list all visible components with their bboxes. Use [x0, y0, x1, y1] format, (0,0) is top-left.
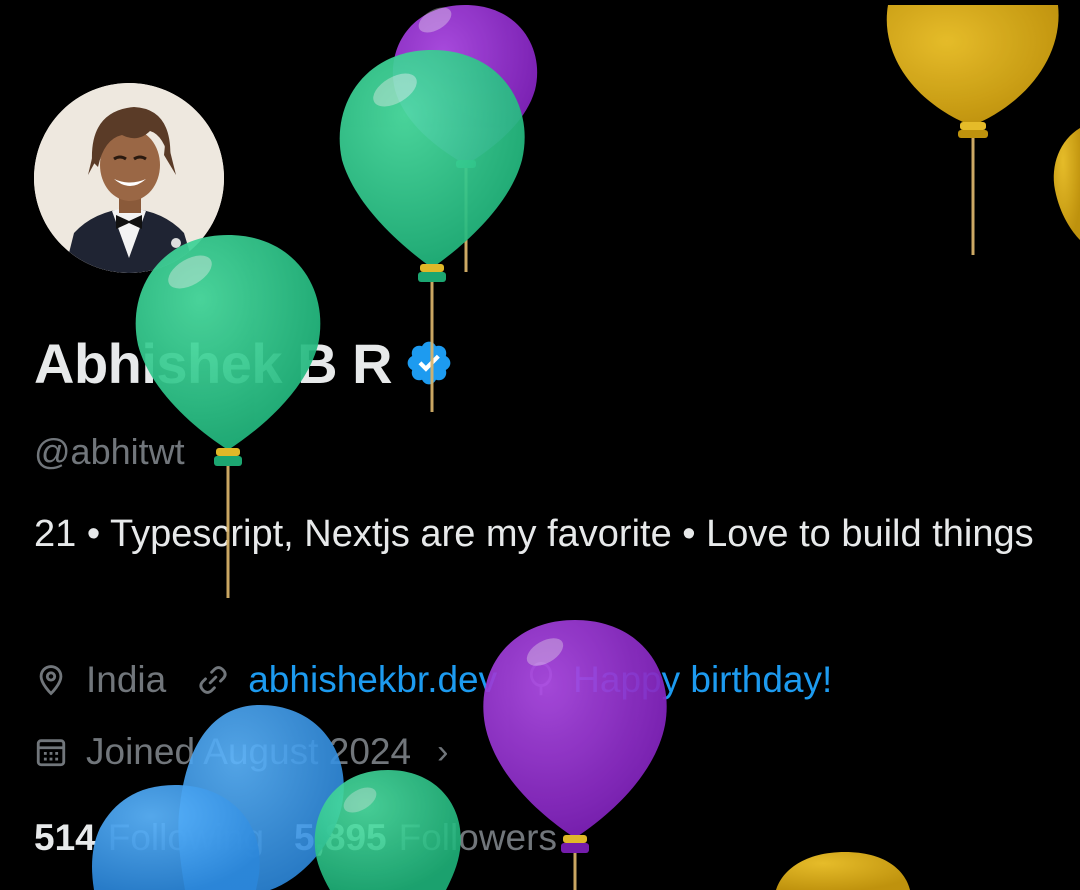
profile-bio: 21 • Typescript, Nextjs are my favorite … [34, 513, 1034, 555]
meta-birthday: Happy birthday! [527, 659, 832, 701]
followers-stat[interactable]: 5,895 Followers [294, 817, 557, 859]
link-icon [199, 666, 227, 694]
following-label: Following [107, 817, 265, 858]
followers-label: Followers [398, 817, 557, 858]
calendar-icon [36, 739, 66, 767]
balloon-yellow-right [886, 5, 1080, 255]
stats-row: 514 Following 5,895 Followers [34, 810, 587, 866]
display-name: Abhishek B R [34, 331, 393, 395]
following-stat[interactable]: 514 Following [34, 817, 264, 859]
balloon-icon [530, 662, 553, 696]
joined-text: Joined August 2024 [86, 731, 412, 772]
chevron-right-icon[interactable]: › [437, 733, 448, 772]
user-handle: @abhitwt [34, 431, 185, 472]
location-text: India [86, 659, 167, 700]
avatar-illustration [34, 83, 224, 273]
balloon-purple-top [392, 5, 538, 272]
joined-row: Joined August 2024 › [34, 724, 448, 780]
verified-badge-icon[interactable] [404, 338, 454, 388]
meta-location: India [34, 659, 166, 701]
profile-page: Abhishek B R @abhitwt 21 • Typescript, N… [0, 0, 1080, 890]
balloon-yellow-bottom [776, 852, 910, 890]
website-link[interactable]: abhishekbr.dev [248, 659, 497, 701]
followers-count: 5,895 [294, 817, 387, 858]
profile-avatar[interactable] [34, 83, 224, 273]
following-count: 514 [34, 817, 96, 858]
meta-website[interactable]: abhishekbr.dev [196, 659, 497, 701]
birthday-text: Happy birthday! [573, 659, 833, 700]
location-pin-icon [39, 665, 63, 696]
profile-meta-row: India abhishekbr.dev Happy birthday! [34, 652, 862, 708]
name-row: Abhishek B R [34, 328, 454, 398]
